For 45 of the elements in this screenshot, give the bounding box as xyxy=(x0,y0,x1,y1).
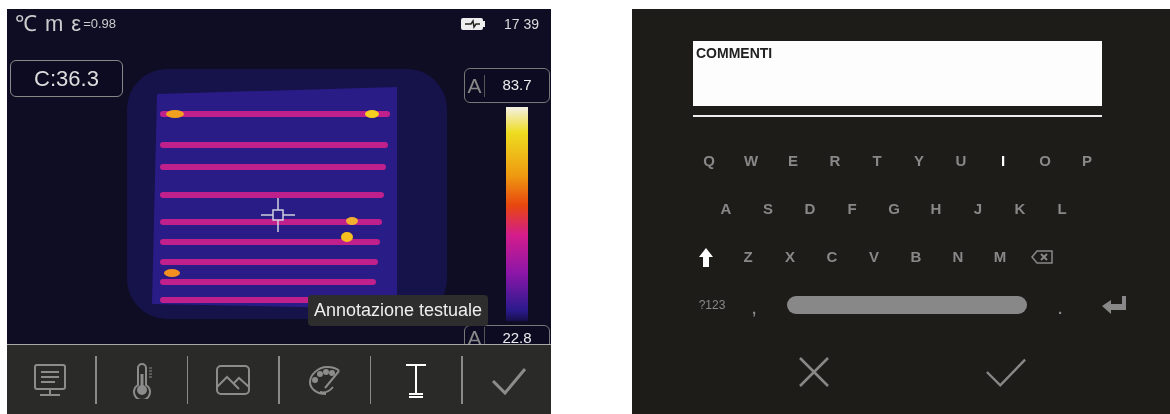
battery-charging-icon xyxy=(459,17,486,31)
unit-label: ℃ xyxy=(15,13,37,35)
letter-key[interactable]: G xyxy=(873,194,915,224)
scale-mode-label: A xyxy=(465,74,485,97)
tooltip: Annotazione testuale xyxy=(308,295,489,326)
letter-key[interactable]: P xyxy=(1066,146,1108,176)
mode-label: m xyxy=(45,13,64,35)
letter-key[interactable]: D xyxy=(789,194,831,224)
emissivity-symbol: ε xyxy=(71,13,82,35)
period-key[interactable]: . xyxy=(1039,290,1081,320)
text-field[interactable]: COMMENTI xyxy=(693,41,1102,106)
emissivity-value: =0.98 xyxy=(83,15,117,34)
letter-key[interactable]: K xyxy=(999,194,1041,224)
letter-key[interactable]: Y xyxy=(898,146,940,176)
letter-key[interactable]: B xyxy=(895,242,937,272)
letter-key[interactable]: I xyxy=(982,146,1024,176)
letter-key[interactable]: Z xyxy=(727,242,769,272)
scale-value: 83.7 xyxy=(501,75,533,96)
letter-key[interactable]: E xyxy=(772,146,814,176)
letter-key[interactable]: W xyxy=(730,146,772,176)
letter-key[interactable]: R xyxy=(814,146,856,176)
center-temperature: C:36.3 xyxy=(10,60,123,97)
letter-key[interactable]: M xyxy=(979,242,1021,272)
letter-key[interactable]: C xyxy=(811,242,853,272)
letter-key[interactable]: A xyxy=(705,194,747,224)
letter-key[interactable]: L xyxy=(1041,194,1083,224)
letter-key[interactable]: T xyxy=(856,146,898,176)
letter-key[interactable]: S xyxy=(747,194,789,224)
letter-key[interactable]: U xyxy=(940,146,982,176)
crosshair-icon xyxy=(261,198,295,232)
letter-key[interactable]: N xyxy=(937,242,979,272)
letter-key[interactable]: V xyxy=(853,242,895,272)
shift-arrow-icon xyxy=(699,247,713,267)
backspace-icon xyxy=(1031,250,1053,264)
letter-key[interactable]: F xyxy=(831,194,873,224)
letter-key[interactable]: X xyxy=(769,242,811,272)
letter-key[interactable]: J xyxy=(957,194,999,224)
comma-key[interactable]: , xyxy=(733,290,775,320)
scale-value: 22.8 xyxy=(501,327,533,344)
letter-key[interactable]: O xyxy=(1024,146,1066,176)
letter-key[interactable]: Q xyxy=(688,146,730,176)
letter-key[interactable]: H xyxy=(915,194,957,224)
clock-time: 17 39 xyxy=(503,14,539,34)
close-icon xyxy=(797,355,831,389)
symbols-key[interactable]: ?123 xyxy=(691,290,733,320)
